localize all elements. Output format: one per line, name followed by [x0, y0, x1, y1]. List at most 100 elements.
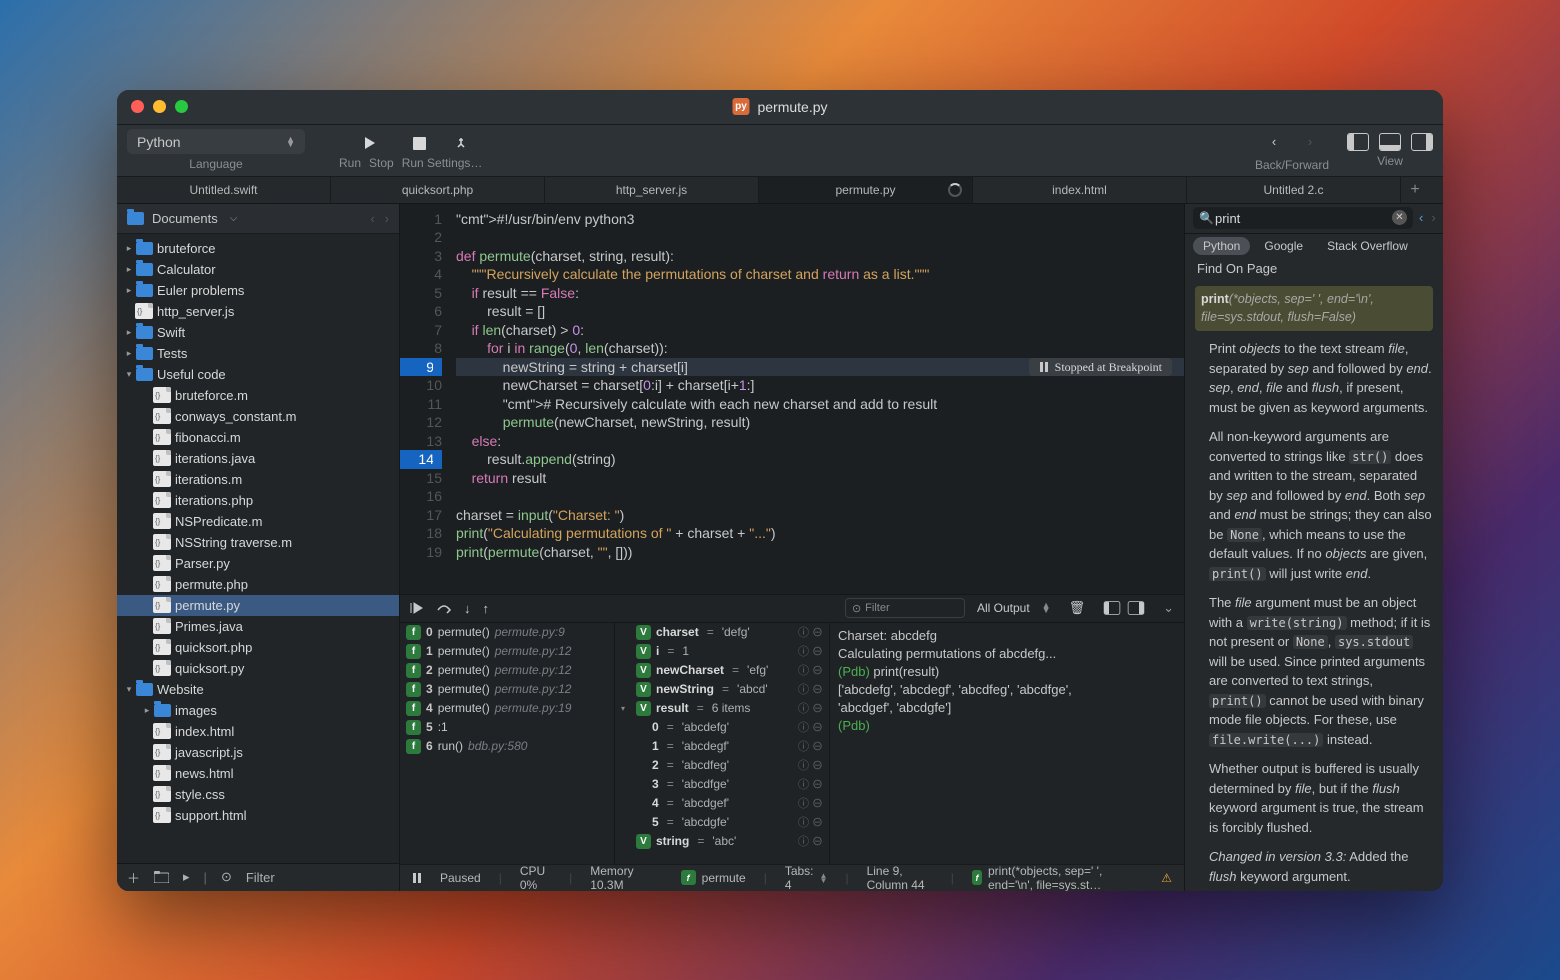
file-news-html[interactable]: news.html [117, 763, 399, 784]
doc-scope-google[interactable]: Google [1254, 237, 1313, 255]
folder-back[interactable]: ‹ [370, 211, 374, 226]
file-iterations-java[interactable]: iterations.java [117, 448, 399, 469]
language-selector[interactable]: Python▲▼ [127, 129, 305, 154]
file-NSString-traverse-m[interactable]: NSString traverse.m [117, 532, 399, 553]
file-permute-py[interactable]: permute.py [117, 595, 399, 616]
collapse-button[interactable]: ⌄ [1163, 600, 1174, 616]
variable-row[interactable]: 2='abcdfeg'ⓘ ⊖ [615, 756, 829, 775]
toggle-bottom-panel[interactable] [1379, 133, 1401, 151]
stop-button[interactable] [405, 130, 435, 156]
line-gutter[interactable]: 12345678910111213141516171819 [400, 204, 450, 594]
stack-frame[interactable]: f4 permute() permute.py:19 [400, 699, 614, 718]
tab-index-html[interactable]: index.html [973, 177, 1187, 203]
zoom-button[interactable] [175, 100, 188, 113]
doc-scope-python[interactable]: Python [1193, 237, 1250, 255]
back-button[interactable]: ‹ [1259, 129, 1289, 155]
minimize-button[interactable] [153, 100, 166, 113]
stack-frame[interactable]: f6 run() bdb.py:580 [400, 737, 614, 756]
file-index-html[interactable]: index.html [117, 721, 399, 742]
dbg-panel-right[interactable] [1128, 601, 1145, 615]
stack-frame[interactable]: f1 permute() permute.py:12 [400, 642, 614, 661]
step-out-button[interactable]: ↑ [483, 601, 490, 616]
variable-row[interactable]: VnewString='abcd'ⓘ ⊖ [615, 680, 829, 699]
tab-permute-py[interactable]: permute.py [759, 177, 973, 203]
folder-Euler-problems[interactable]: ▸Euler problems [117, 280, 399, 301]
output-filter-input[interactable]: ⊙Filter [845, 598, 965, 618]
clear-output-button[interactable]: 🗑 [1069, 600, 1086, 616]
variable-row[interactable]: Vi=1ⓘ ⊖ [615, 642, 829, 661]
tab-http_server-js[interactable]: http_server.js [545, 177, 759, 203]
file-fibonacci-m[interactable]: fibonacci.m [117, 427, 399, 448]
file-quicksort-php[interactable]: quicksort.php [117, 637, 399, 658]
stack-frame[interactable]: f3 permute() permute.py:12 [400, 680, 614, 699]
tab-settings[interactable]: Tabs: 4▲▼ [785, 864, 828, 891]
file-http_server-js[interactable]: http_server.js [117, 301, 399, 322]
variable-row[interactable]: Vcharset='defg'ⓘ ⊖ [615, 623, 829, 642]
pause-icon[interactable] [412, 873, 422, 883]
stack-frame[interactable]: f0 permute() permute.py:9 [400, 623, 614, 642]
folder-bruteforce[interactable]: ▸bruteforce [117, 238, 399, 259]
file-permute-php[interactable]: permute.php [117, 574, 399, 595]
doc-summary[interactable]: fprint(*objects, sep=' ', end='\n', file… [972, 864, 1143, 891]
folder-images[interactable]: ▸images [117, 700, 399, 721]
tab-Untitled-2-c[interactable]: Untitled 2.c [1187, 177, 1401, 203]
variable-row[interactable]: ▾Vresult=6 itemsⓘ ⊖ [615, 699, 829, 718]
file-Parser-py[interactable]: Parser.py [117, 553, 399, 574]
doc-scope-stack-overflow[interactable]: Stack Overflow [1317, 237, 1418, 255]
find-on-page[interactable]: Find On Page [1185, 258, 1443, 282]
new-file-button[interactable]: ＋ [127, 868, 140, 887]
folder-forward[interactable]: › [385, 211, 389, 226]
output-mode-selector[interactable]: All Output [977, 601, 1030, 615]
run-settings-button[interactable] [455, 130, 471, 156]
folder-Useful-code[interactable]: ▾Useful code [117, 364, 399, 385]
file-support-html[interactable]: support.html [117, 805, 399, 826]
file-NSPredicate-m[interactable]: NSPredicate.m [117, 511, 399, 532]
code-editor[interactable]: 12345678910111213141516171819 "cmt">#!/u… [400, 204, 1184, 594]
tab-quicksort-php[interactable]: quicksort.php [331, 177, 545, 203]
variable-row[interactable]: 3='abcdfge'ⓘ ⊖ [615, 775, 829, 794]
doc-search-input[interactable] [1193, 207, 1413, 229]
variable-row[interactable]: 4='abcdgef'ⓘ ⊖ [615, 794, 829, 813]
file-bruteforce-m[interactable]: bruteforce.m [117, 385, 399, 406]
doc-back-button[interactable]: ‹ [1419, 210, 1423, 226]
file-quicksort-py[interactable]: quicksort.py [117, 658, 399, 679]
action-button[interactable]: ▸ [183, 869, 190, 885]
stack-frame[interactable]: f5 :1 [400, 718, 614, 737]
folder-Website[interactable]: ▾Website [117, 679, 399, 700]
filter-label[interactable]: Filter [246, 870, 275, 885]
file-javascript-js[interactable]: javascript.js [117, 742, 399, 763]
step-into-button[interactable]: ↓ [464, 601, 471, 616]
file-style-css[interactable]: style.css [117, 784, 399, 805]
step-over-button[interactable] [436, 602, 452, 614]
variable-row[interactable]: 0='abcdefg'ⓘ ⊖ [615, 718, 829, 737]
new-folder-button[interactable] [154, 871, 169, 883]
file-browser-header[interactable]: Documents ⌵ ‹› [117, 204, 399, 234]
run-button[interactable] [355, 130, 385, 156]
file-conways_constant-m[interactable]: conways_constant.m [117, 406, 399, 427]
filter-icon[interactable]: ⊙ [221, 869, 232, 885]
current-symbol[interactable]: fpermute [681, 870, 746, 885]
variable-row[interactable]: VnewCharset='efg'ⓘ ⊖ [615, 661, 829, 680]
folder-Calculator[interactable]: ▸Calculator [117, 259, 399, 280]
warning-icon[interactable]: ⚠ [1161, 871, 1172, 885]
call-stack[interactable]: f0 permute() permute.py:9f1 permute() pe… [400, 623, 615, 864]
toggle-left-panel[interactable] [1347, 133, 1369, 151]
stack-frame[interactable]: f2 permute() permute.py:12 [400, 661, 614, 680]
variable-row[interactable]: 1='abcdegf'ⓘ ⊖ [615, 737, 829, 756]
new-tab-button[interactable]: + [1401, 177, 1429, 203]
file-iterations-php[interactable]: iterations.php [117, 490, 399, 511]
file-iterations-m[interactable]: iterations.m [117, 469, 399, 490]
variable-row[interactable]: Vstring='abc'ⓘ ⊖ [615, 832, 829, 851]
folder-Tests[interactable]: ▸Tests [117, 343, 399, 364]
dbg-panel-left[interactable] [1104, 601, 1121, 615]
continue-button[interactable] [410, 602, 424, 614]
variables-panel[interactable]: Vcharset='defg'ⓘ ⊖Vi=1ⓘ ⊖VnewCharset='ef… [615, 623, 830, 864]
file-Primes-java[interactable]: Primes.java [117, 616, 399, 637]
tab-Untitled-swift[interactable]: Untitled.swift [117, 177, 331, 203]
folder-Swift[interactable]: ▸Swift [117, 322, 399, 343]
variable-row[interactable]: 5='abcdgfe'ⓘ ⊖ [615, 813, 829, 832]
close-button[interactable] [131, 100, 144, 113]
debug-console[interactable]: Charset: abcdefgCalculating permutations… [830, 623, 1184, 864]
code-area[interactable]: "cmt">#!/usr/bin/env python3def permute(… [450, 204, 1184, 594]
doc-forward-button[interactable]: › [1431, 210, 1435, 226]
